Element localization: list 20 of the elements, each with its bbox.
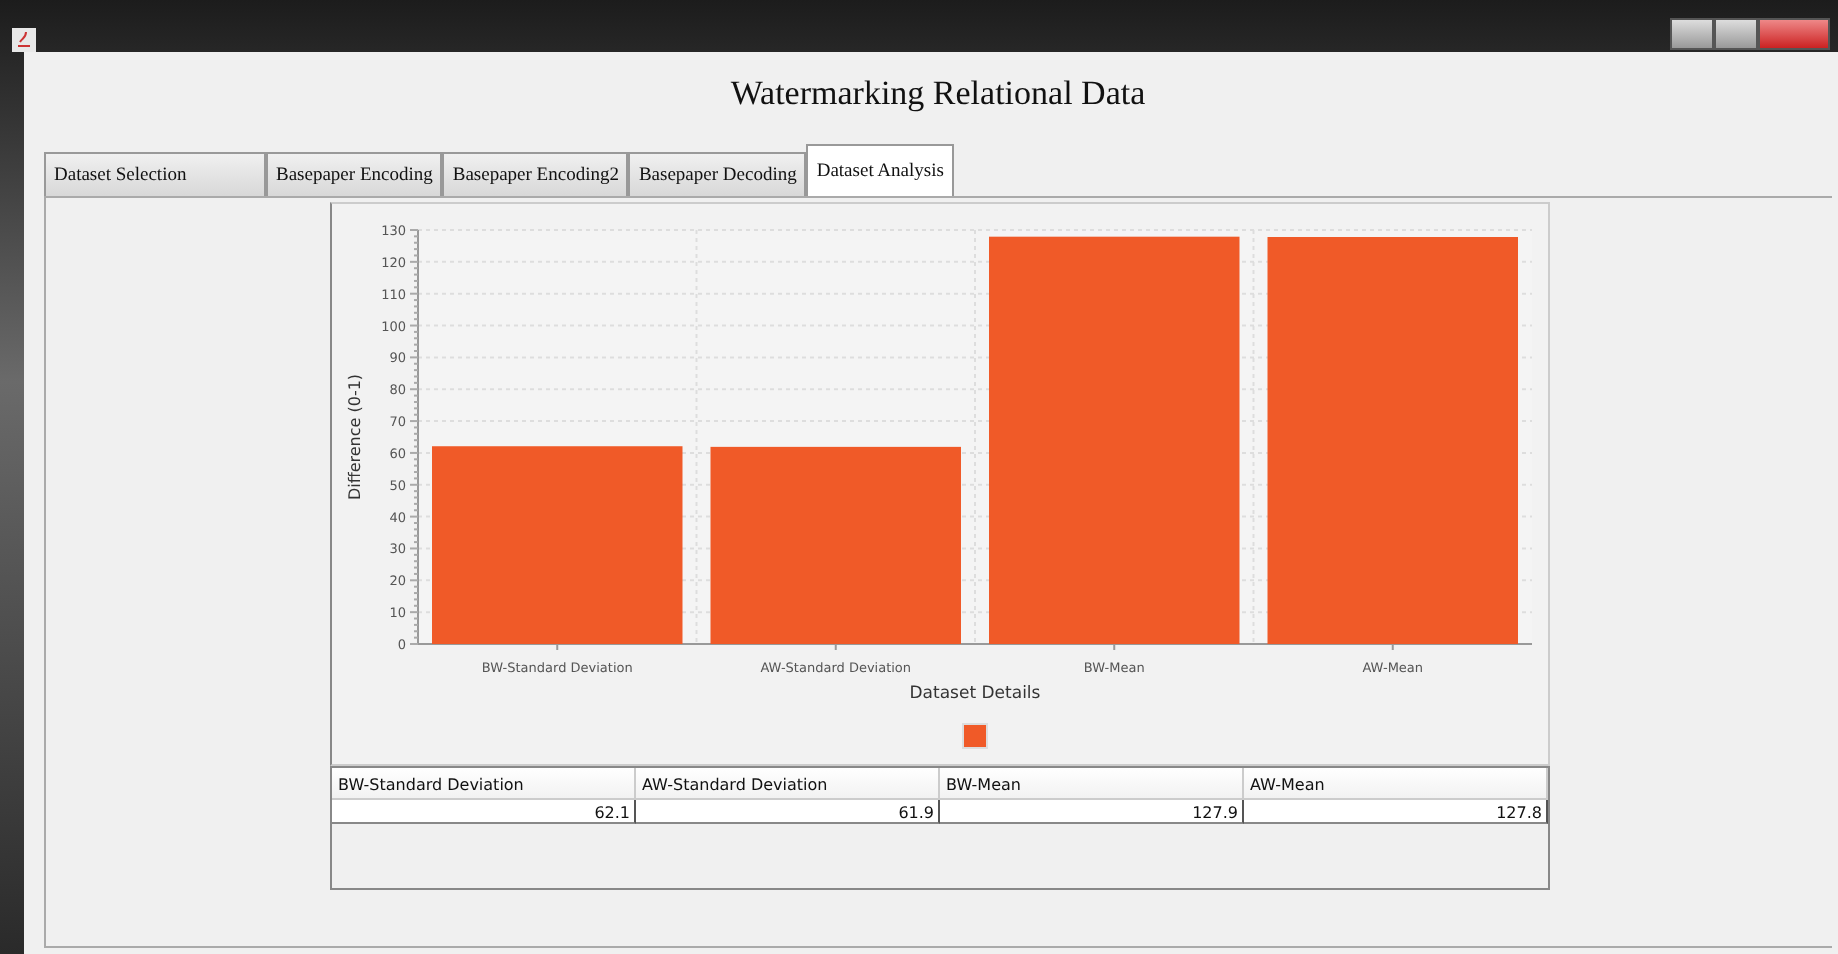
minimize-button[interactable] <box>1670 18 1714 50</box>
column-header[interactable]: BW-Mean <box>940 767 1244 799</box>
table-cell: 62.1 <box>332 799 636 823</box>
table-cell: 61.9 <box>636 799 940 823</box>
legend-swatch <box>962 722 988 748</box>
table-cell: 127.8 <box>1244 799 1548 823</box>
tab[interactable]: Dataset Selection <box>44 151 266 195</box>
tab[interactable]: Basepaper Encoding <box>266 151 443 195</box>
tab[interactable]: Basepaper Decoding <box>628 151 807 195</box>
table-cell: 127.9 <box>940 799 1244 823</box>
maximize-button[interactable] <box>1714 18 1758 50</box>
column-header[interactable]: BW-Standard Deviation <box>332 767 636 799</box>
close-button[interactable] <box>1758 18 1830 50</box>
x-axis-title: Dataset Details <box>909 683 1041 703</box>
y-axis-title: Difference (0-1) <box>346 372 364 500</box>
window-title: Watermarking Relational Data <box>728 72 1148 116</box>
tab[interactable]: Dataset Analysis <box>806 143 954 195</box>
tab[interactable]: Basepaper Encoding2 <box>442 151 629 195</box>
column-header[interactable]: AW-Standard Deviation <box>636 767 940 799</box>
column-header[interactable]: AW-Mean <box>1244 767 1548 799</box>
